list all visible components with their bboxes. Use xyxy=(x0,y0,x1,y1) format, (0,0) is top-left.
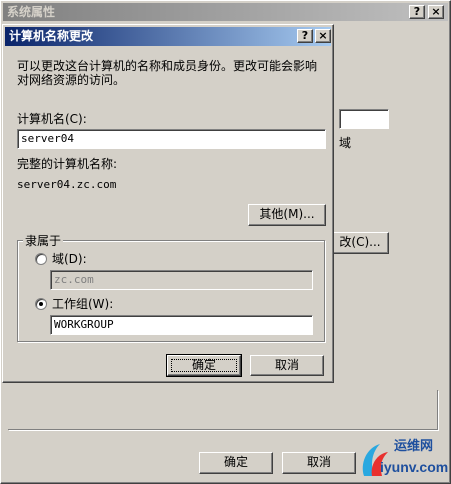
bg-partial-label: 域 xyxy=(339,136,352,150)
bg-change-button[interactable]: 改(C)... xyxy=(331,232,389,254)
dialog-ok-button[interactable]: 确定 xyxy=(166,354,242,377)
watermark-site-url: iyunv.com xyxy=(380,459,449,475)
system-properties-ok-button[interactable]: 确定 xyxy=(199,452,273,474)
computer-name-input[interactable]: server04 xyxy=(17,129,326,149)
watermark: 运维网 iyunv.com xyxy=(358,438,448,482)
system-properties-titlebar: 系统属性 xyxy=(3,3,448,21)
computer-name-dialog: 计算机名称更改 ? × 可以更改这台计算机的名称和成员身份。更改可能会影响 对网… xyxy=(2,24,334,383)
member-of-group-label: 隶属于 xyxy=(23,234,64,248)
dialog-help-button[interactable]: ? xyxy=(297,29,313,43)
system-properties-cancel-button[interactable]: 取消 xyxy=(282,452,356,474)
full-name-label: 完整的计算机名称: xyxy=(17,157,118,171)
computer-name-label: 计算机名(C): xyxy=(17,112,87,126)
dialog-cancel-button[interactable]: 取消 xyxy=(250,355,324,376)
dialog-titlebar: 计算机名称更改 xyxy=(5,27,331,46)
domain-radio[interactable] xyxy=(35,253,47,265)
more-button[interactable]: 其他(M)... xyxy=(248,204,326,226)
domain-input[interactable]: zc.com xyxy=(50,270,313,290)
dialog-ok-label: 确定 xyxy=(191,358,216,372)
dialog-title: 计算机名称更改 xyxy=(9,29,94,43)
dialog-description-line2: 对网络资源的访问。 xyxy=(17,73,126,87)
bg-description-field[interactable] xyxy=(339,109,389,129)
bg-tab-frame xyxy=(8,390,438,430)
dialog-close-button[interactable]: × xyxy=(315,29,331,43)
system-properties-help-button[interactable]: ? xyxy=(409,5,425,19)
workgroup-radio[interactable] xyxy=(35,298,47,310)
workgroup-radio-label[interactable]: 工作组(W): xyxy=(52,297,113,311)
watermark-site-cn: 运维网 xyxy=(394,439,434,454)
system-properties-title: 系统属性 xyxy=(7,5,56,19)
full-name-value: server04.zc.com xyxy=(17,178,117,191)
system-properties-close-button[interactable]: × xyxy=(428,5,444,19)
domain-radio-label[interactable]: 域(D): xyxy=(52,252,87,266)
workgroup-input[interactable]: WORKGROUP xyxy=(50,315,313,335)
dialog-description-line1: 可以更改这台计算机的名称和成员身份。更改可能会影响 xyxy=(17,59,318,73)
